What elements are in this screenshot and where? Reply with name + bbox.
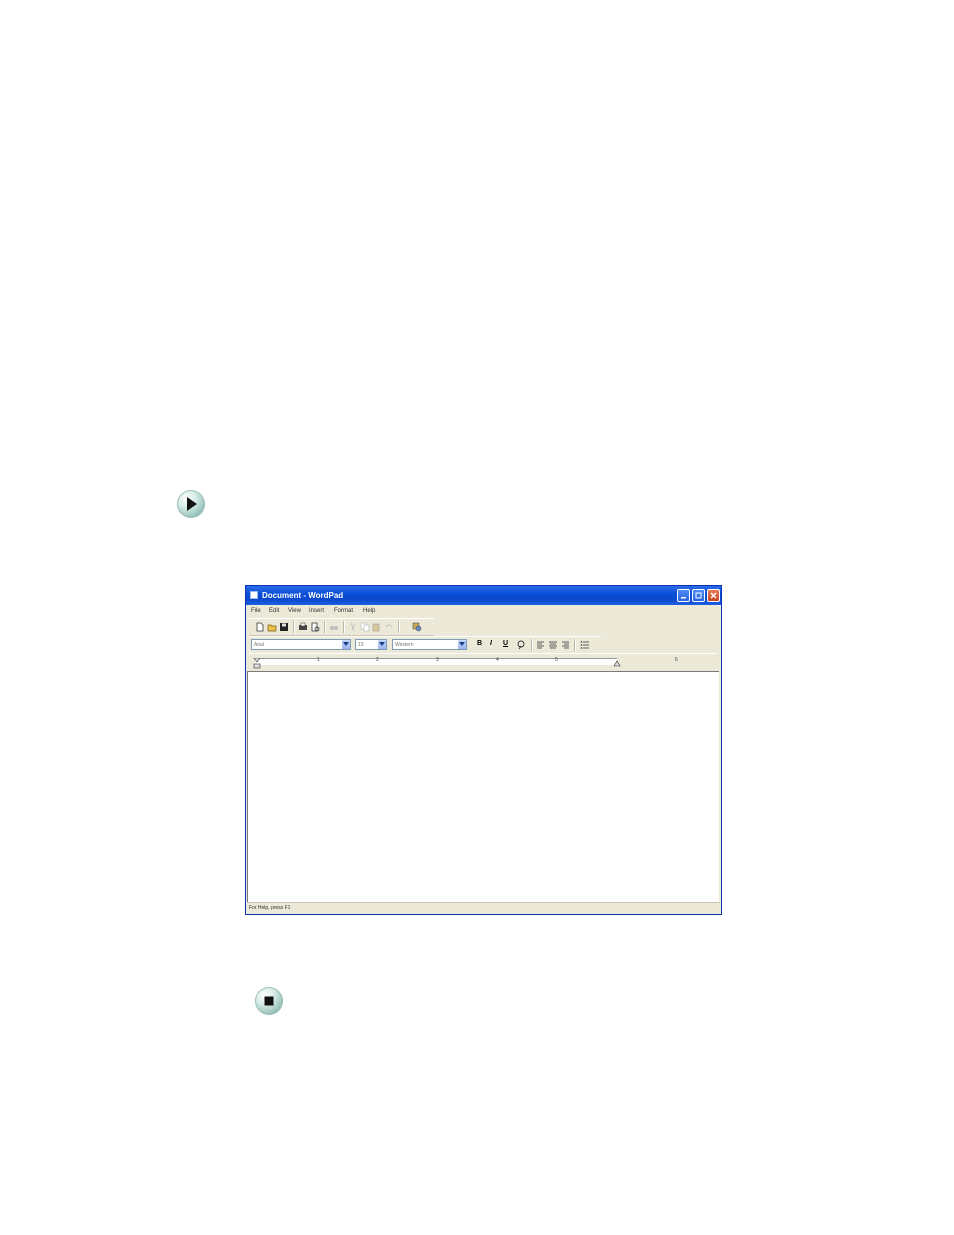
chevron-down-icon[interactable] (378, 640, 386, 649)
format-toolbar: Arial 10 Western B I U (249, 636, 601, 654)
open-icon[interactable] (267, 622, 277, 632)
standard-toolbar (249, 618, 434, 636)
font-size-combo[interactable]: 10 (355, 639, 387, 650)
color-icon[interactable] (516, 640, 526, 650)
status-bar: For Help, press F1 (247, 902, 720, 913)
ruler-number: 1 (317, 657, 320, 663)
font-name-value: Arial (254, 642, 265, 648)
save-icon[interactable] (279, 622, 289, 632)
ruler-number: 6 (675, 657, 678, 663)
script-value: Western (395, 642, 414, 648)
menu-format[interactable]: Format (334, 608, 353, 614)
status-text: For Help, press F1 (249, 905, 291, 911)
ruler-number: 2 (376, 657, 379, 663)
cut-icon[interactable] (348, 622, 358, 632)
align-left-icon[interactable] (536, 640, 546, 650)
close-button[interactable] (707, 589, 720, 602)
undo-icon[interactable] (384, 622, 394, 632)
ruler-number: 3 (436, 657, 439, 663)
title-bar[interactable]: Document - WordPad (246, 586, 721, 605)
ruler[interactable]: 1 2 3 4 5 6 (249, 653, 717, 669)
paste-icon[interactable] (372, 622, 382, 632)
insert-date-time-icon[interactable] (412, 622, 422, 632)
menu-file[interactable]: File (251, 608, 261, 614)
maximize-button[interactable] (692, 589, 705, 602)
document-editor[interactable] (247, 671, 719, 902)
align-center-icon[interactable] (548, 640, 558, 650)
left-indent-marker-icon[interactable] (253, 658, 261, 669)
script-combo[interactable]: Western (392, 639, 467, 650)
right-indent-marker-icon[interactable] (613, 660, 621, 667)
find-icon[interactable] (329, 622, 339, 632)
bullets-icon[interactable] (580, 640, 590, 650)
font-size-value: 10 (358, 642, 364, 648)
chevron-down-icon[interactable] (342, 640, 350, 649)
menu-help[interactable]: Help (363, 608, 375, 614)
menu-view[interactable]: View (288, 608, 301, 614)
chevron-down-icon[interactable] (458, 640, 466, 649)
window-title: Document - WordPad (262, 591, 344, 600)
minimize-button[interactable] (677, 589, 690, 602)
menu-edit[interactable]: Edit (269, 608, 279, 614)
stop-square-icon (255, 987, 283, 1015)
step-arrow-icon (177, 490, 205, 518)
ruler-number: 4 (496, 657, 499, 663)
font-name-combo[interactable]: Arial (251, 639, 351, 650)
ruler-number: 5 (555, 657, 558, 663)
bold-button[interactable]: B (477, 640, 482, 647)
print-icon[interactable] (298, 622, 308, 632)
print-preview-icon[interactable] (310, 622, 320, 632)
copy-icon[interactable] (360, 622, 370, 632)
wordpad-app-icon[interactable] (250, 591, 258, 599)
italic-button[interactable]: I (490, 640, 492, 647)
align-right-icon[interactable] (560, 640, 570, 650)
menu-insert[interactable]: Insert (309, 608, 324, 614)
wordpad-window: Document - WordPad File Edit View Insert… (245, 585, 722, 915)
new-icon[interactable] (255, 622, 265, 632)
underline-button[interactable]: U (503, 640, 508, 647)
